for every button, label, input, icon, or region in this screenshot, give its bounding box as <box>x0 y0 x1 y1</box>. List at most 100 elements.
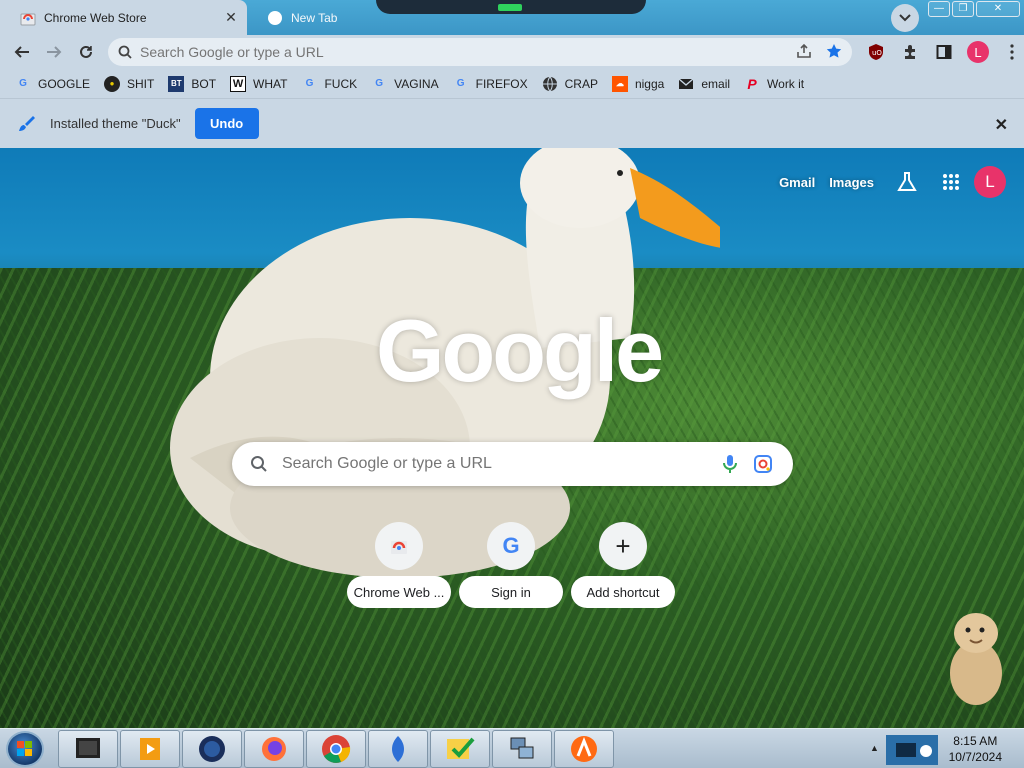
bookmark-label: CRAP <box>564 76 598 91</box>
gmail-link[interactable]: Gmail <box>779 175 815 190</box>
globe-icon <box>542 76 557 91</box>
labs-flask-icon[interactable] <box>896 171 918 193</box>
media-player-icon <box>140 738 160 760</box>
taskbar-app-8[interactable] <box>492 730 552 768</box>
bookmark-label: VAGINA <box>394 76 439 91</box>
omnibox-input[interactable] <box>140 44 760 60</box>
images-link[interactable]: Images <box>829 175 874 190</box>
shortcut-label: Chrome Web ... <box>347 576 451 608</box>
share-icon[interactable] <box>796 43 812 59</box>
bookmark-what[interactable]: W WHAT <box>223 72 294 96</box>
minimize-button[interactable]: — <box>928 1 950 17</box>
shortcut-add[interactable]: + Add shortcut <box>571 522 675 608</box>
bookmark-google[interactable]: G GOOGLE <box>8 72 97 96</box>
bookmark-label: email <box>701 76 731 91</box>
tab-chrome-web-store[interactable]: Chrome Web Store ✕ <box>0 0 247 35</box>
google-icon: G <box>375 78 384 89</box>
infobar-message: Installed theme "Duck" <box>50 116 181 131</box>
clock[interactable]: 8:15 AM 10/7/2024 <box>949 733 1002 765</box>
close-window-button[interactable]: ✕ <box>976 1 1020 17</box>
taskbar-app-9[interactable] <box>554 730 614 768</box>
indicator-light <box>498 4 522 11</box>
chrome-icon <box>268 10 282 25</box>
avatar[interactable]: L <box>974 166 1006 198</box>
tray-app-icon[interactable] <box>886 733 938 767</box>
ntp-search-input[interactable] <box>282 455 702 473</box>
window-controls: — ❐ ✕ <box>928 1 1020 17</box>
forward-button[interactable] <box>40 38 68 66</box>
toolbar: uO L <box>0 35 1024 69</box>
side-panel-button[interactable] <box>930 38 958 66</box>
ntp-search-box[interactable] <box>232 442 793 486</box>
checkmark-app-icon <box>447 737 475 759</box>
paint-brush-icon <box>19 115 35 131</box>
undo-button[interactable]: Undo <box>194 108 259 139</box>
ublock-extension-button[interactable]: uO <box>862 38 890 66</box>
hamster-image <box>950 613 1002 705</box>
ublock-shield-icon: uO <box>869 44 883 60</box>
maximize-button[interactable]: ❐ <box>952 1 974 17</box>
reload-icon <box>80 45 92 58</box>
taskbar-app-6[interactable] <box>368 730 428 768</box>
bookmark-label: BOT <box>191 76 217 91</box>
ship-icon <box>392 736 404 762</box>
taskbar-firefox[interactable] <box>244 730 304 768</box>
shortcut-label: Sign in <box>459 576 563 608</box>
shortcut-sign-in[interactable]: G Sign in <box>459 522 563 608</box>
shortcut-chrome-web-store[interactable]: Chrome Web ... <box>347 522 451 608</box>
taskbar-chrome[interactable] <box>306 730 366 768</box>
bookmark-label: SHIT <box>127 76 155 91</box>
microphone-icon[interactable] <box>723 454 737 474</box>
google-icon: G <box>456 78 465 89</box>
bookmark-star-icon[interactable] <box>826 43 842 59</box>
shortcuts: Chrome Web ... G Sign in + Add shortcut <box>347 522 675 608</box>
bookmark-label: FIREFOX <box>475 76 528 91</box>
taskbar-app-2[interactable] <box>120 730 180 768</box>
bookmarks-bar: G GOOGLE ● SHIT BT BOT W WHAT G FUCK G V… <box>0 69 1024 98</box>
google-lens-icon[interactable] <box>753 454 773 474</box>
bookmark-crap[interactable]: CRAP <box>535 72 605 96</box>
bookmark-nigga[interactable]: ☁ nigga <box>605 72 671 96</box>
shortcut-label: Add shortcut <box>571 576 675 608</box>
toolbar-actions: uO L <box>862 38 1024 66</box>
bookmark-work-it[interactable]: P Work it <box>737 72 811 96</box>
taskbar-app-7[interactable] <box>430 730 490 768</box>
tab-search-button[interactable] <box>891 4 919 32</box>
puzzle-icon <box>905 45 915 59</box>
back-arrow-icon <box>14 46 29 58</box>
tray-expand-icon[interactable]: ▲ <box>870 743 879 753</box>
avatar: L <box>967 41 989 63</box>
back-button[interactable] <box>8 38 36 66</box>
bookmark-fuck[interactable]: G FUCK <box>294 72 364 96</box>
shortcut-icon-tile: G <box>487 522 535 570</box>
close-icon[interactable]: ✕ <box>995 115 1008 135</box>
clock-date: 10/7/2024 <box>948 750 1002 764</box>
start-button[interactable] <box>6 731 44 767</box>
firefox-icon <box>262 737 286 761</box>
bookmark-label: Work it <box>767 76 805 91</box>
bookmark-email[interactable]: email <box>671 72 737 96</box>
mail-icon <box>678 77 694 89</box>
taskbar-app-3[interactable] <box>182 730 242 768</box>
extensions-button[interactable] <box>896 38 924 66</box>
bookmark-label: GOOGLE <box>38 76 91 91</box>
network-computer-icon <box>510 737 534 759</box>
menu-button[interactable] <box>998 38 1024 66</box>
close-icon[interactable]: ✕ <box>223 9 239 25</box>
omnibox[interactable] <box>108 38 852 66</box>
bookmark-shit[interactable]: ● SHIT <box>97 72 161 96</box>
bookmark-bot[interactable]: BT BOT <box>161 72 223 96</box>
profile-button[interactable]: L <box>964 38 992 66</box>
windows-logo-icon <box>17 741 32 756</box>
taskbar-app-1[interactable] <box>58 730 118 768</box>
bookmark-vagina[interactable]: G VAGINA <box>364 72 445 96</box>
tab-title: Chrome Web Store <box>44 10 147 25</box>
theme-infobar: Installed theme "Duck" Undo ✕ <box>0 98 1024 148</box>
new-tab-page: Gmail Images L Google Chrome Web ... G S… <box>0 148 1024 728</box>
google-icon: G <box>305 78 314 89</box>
bookmark-firefox[interactable]: G FIREFOX <box>446 72 535 96</box>
chrome-webstore-icon <box>391 541 407 554</box>
apps-grid-icon[interactable] <box>942 173 960 191</box>
reload-button[interactable] <box>72 38 100 66</box>
system-tray: ▲ 8:15 AM 10/7/2024 <box>862 729 1024 768</box>
